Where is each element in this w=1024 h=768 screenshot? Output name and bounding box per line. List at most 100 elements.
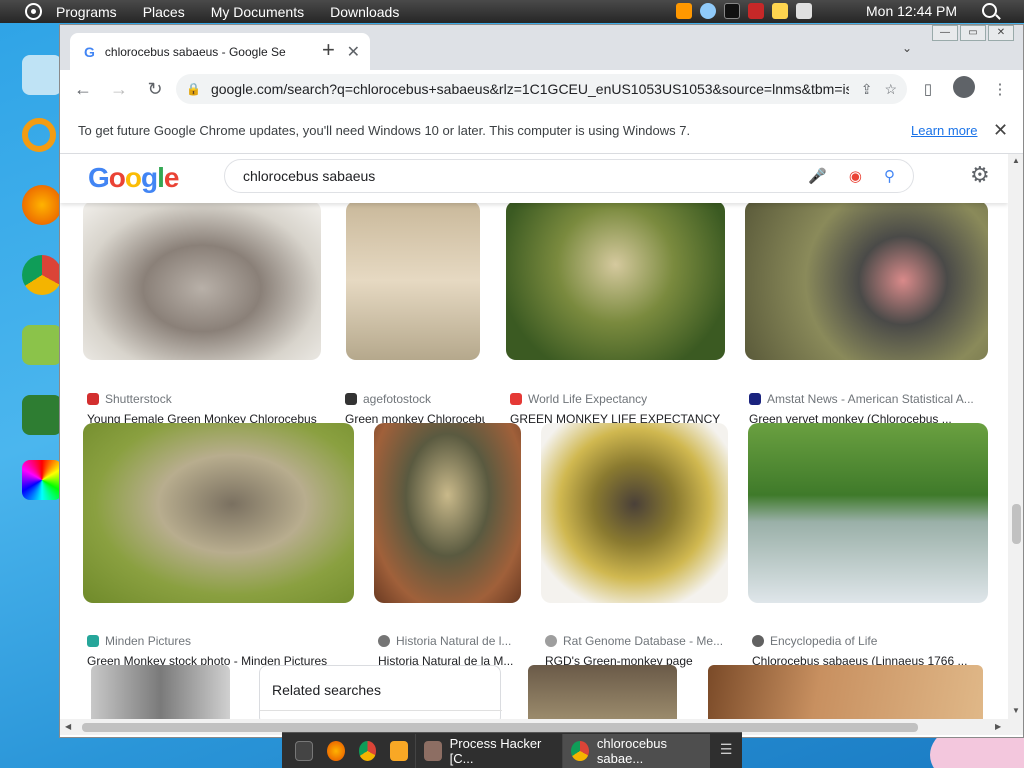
- firefox-icon[interactable]: [22, 185, 62, 225]
- source-favicon-icon: [345, 393, 357, 405]
- source-favicon-icon: [752, 635, 764, 647]
- tab-search-chevron-icon[interactable]: ⌄: [902, 41, 912, 55]
- menu-kebab-icon[interactable]: ⋮: [985, 80, 1015, 98]
- window-controls: — ▭ ✕: [930, 25, 1014, 41]
- result-image-10[interactable]: [528, 665, 677, 719]
- menu-programs[interactable]: Programs: [56, 4, 117, 20]
- source-favicon-icon: [87, 393, 99, 405]
- result-image-8[interactable]: [748, 423, 988, 603]
- archive-icon[interactable]: [390, 740, 409, 761]
- shield-icon[interactable]: [748, 3, 764, 19]
- result-source-6[interactable]: Historia Natural de l...: [378, 634, 520, 648]
- settings-gear-icon[interactable]: ⚙: [970, 162, 990, 188]
- result-source-1[interactable]: Shutterstock: [87, 392, 319, 406]
- process-hacker-icon: [424, 740, 442, 761]
- tab-strip: G chlorocebus sabaeus - Google Se ✕ + ⌄ …: [60, 25, 1023, 70]
- search-icon[interactable]: ⚲: [884, 167, 895, 185]
- result-source-8[interactable]: Encyclopedia of Life: [752, 634, 988, 648]
- color-picker-icon[interactable]: [22, 460, 62, 500]
- google-header: Google chlorocebus sabaeus 🎤 ◉ ⚲ ⚙: [60, 154, 1008, 203]
- taskbar: Process Hacker [C... chlorocebus sabae..…: [282, 732, 742, 768]
- close-window-button[interactable]: ✕: [988, 25, 1014, 41]
- scroll-down-icon[interactable]: ▼: [1012, 706, 1020, 715]
- result-image-3[interactable]: [506, 201, 725, 360]
- result-image-4[interactable]: [745, 201, 988, 360]
- task-process-hacker[interactable]: Process Hacker [C...: [415, 733, 562, 768]
- menu-places[interactable]: Places: [143, 4, 185, 20]
- source-favicon-icon: [545, 635, 557, 647]
- result-image-2[interactable]: [346, 201, 480, 360]
- close-infobar-icon[interactable]: ✕: [993, 120, 1008, 141]
- minimize-button[interactable]: —: [932, 25, 958, 41]
- system-tray: [676, 3, 812, 19]
- volume-muted-icon[interactable]: [796, 3, 812, 19]
- close-tab-icon[interactable]: ✕: [347, 42, 360, 62]
- taskbar-menu-icon[interactable]: ☰: [717, 741, 735, 761]
- menu-my-documents[interactable]: My Documents: [211, 4, 304, 20]
- system-menu-icon[interactable]: [25, 3, 42, 20]
- tab-title: chlorocebus sabaeus - Google Se: [104, 44, 286, 59]
- maximize-button[interactable]: ▭: [960, 25, 986, 41]
- result-image-1[interactable]: [83, 201, 321, 360]
- show-desktop-icon[interactable]: [295, 740, 313, 761]
- network-icon[interactable]: [700, 3, 716, 19]
- task-chrome[interactable]: chlorocebus sabae...: [562, 733, 711, 768]
- search-icon[interactable]: [22, 118, 56, 152]
- vertical-scroll-thumb[interactable]: [1012, 504, 1021, 544]
- search-tray-icon[interactable]: [676, 3, 692, 19]
- related-searches-title: Related searches: [272, 682, 381, 698]
- chrome-window: G chlorocebus sabaeus - Google Se ✕ + ⌄ …: [59, 24, 1024, 738]
- text-editor-icon[interactable]: [22, 325, 62, 365]
- update-infobar: To get future Google Chrome updates, you…: [60, 108, 1023, 154]
- result-image-5[interactable]: [83, 423, 354, 603]
- scroll-left-icon[interactable]: ◀: [65, 722, 71, 731]
- display-icon[interactable]: [772, 3, 788, 19]
- result-source-7[interactable]: Rat Genome Database - Me...: [545, 634, 725, 648]
- bookmark-star-icon[interactable]: ☆: [884, 81, 897, 98]
- infobar-message: To get future Google Chrome updates, you…: [78, 123, 691, 138]
- lock-icon[interactable]: 🔒: [186, 82, 201, 96]
- chrome-icon: [571, 740, 589, 761]
- reload-button[interactable]: ↻: [140, 79, 170, 100]
- panel-search-icon[interactable]: [982, 3, 997, 18]
- learn-more-link[interactable]: Learn more: [911, 123, 977, 138]
- address-bar[interactable]: 🔒 google.com/search?q=chlorocebus+sabaeu…: [176, 74, 907, 104]
- terminal-icon[interactable]: [724, 3, 740, 19]
- new-tab-button[interactable]: +: [322, 37, 335, 63]
- top-panel: Programs Places My Documents Downloads M…: [0, 0, 1024, 23]
- result-source-5[interactable]: Minden Pictures: [87, 634, 352, 648]
- related-searches-card[interactable]: Related searches: [259, 665, 502, 719]
- scroll-up-icon[interactable]: ▲: [1012, 156, 1020, 165]
- url-text[interactable]: google.com/search?q=chlorocebus+sabaeus&…: [211, 81, 849, 97]
- page-content: Google chlorocebus sabaeus 🎤 ◉ ⚲ ⚙ Shutt…: [60, 154, 1008, 719]
- folder-icon[interactable]: [22, 55, 62, 95]
- result-image-11[interactable]: [708, 665, 983, 719]
- search-box[interactable]: chlorocebus sabaeus 🎤 ◉ ⚲: [224, 159, 914, 193]
- microphone-icon[interactable]: 🎤: [808, 167, 827, 185]
- result-source-4[interactable]: Amstat News - American Statistical A...: [749, 392, 987, 406]
- result-source-3[interactable]: World Life Expectancy: [510, 392, 720, 406]
- share-icon[interactable]: ⇪: [861, 81, 873, 98]
- menu-downloads[interactable]: Downloads: [330, 4, 399, 20]
- search-input[interactable]: chlorocebus sabaeus: [243, 168, 786, 184]
- side-panel-icon[interactable]: ▯: [913, 80, 943, 98]
- result-image-6[interactable]: [374, 423, 521, 603]
- chrome-icon[interactable]: [358, 740, 377, 761]
- result-image-9[interactable]: [91, 665, 230, 719]
- scroll-right-icon[interactable]: ▶: [995, 722, 1001, 731]
- source-favicon-icon: [87, 635, 99, 647]
- camera-lens-icon[interactable]: ◉: [849, 167, 862, 185]
- firefox-icon[interactable]: [326, 740, 345, 761]
- result-source-2[interactable]: agefotostock: [345, 392, 485, 406]
- back-button[interactable]: ←: [68, 79, 98, 100]
- profile-icon[interactable]: [949, 76, 979, 102]
- clock[interactable]: Mon 12:44 PM: [866, 3, 957, 19]
- forward-button[interactable]: →: [104, 79, 134, 100]
- horizontal-scroll-thumb[interactable]: [82, 723, 918, 732]
- chrome-icon[interactable]: [22, 255, 62, 295]
- monitor-icon[interactable]: [22, 395, 62, 435]
- result-image-7[interactable]: [541, 423, 728, 603]
- source-favicon-icon: [510, 393, 522, 405]
- vertical-scrollbar[interactable]: ▲ ▼: [1008, 154, 1023, 719]
- google-logo[interactable]: Google: [88, 162, 179, 194]
